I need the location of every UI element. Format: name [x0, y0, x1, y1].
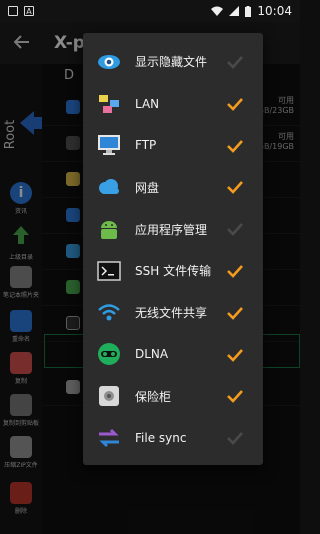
menu-item-ftp[interactable]: FTP [83, 125, 263, 167]
safe-icon [97, 384, 121, 408]
menu-item-lan[interactable]: LAN [83, 83, 263, 125]
text-a-icon: A [24, 6, 34, 16]
checkmark-on-icon[interactable] [225, 303, 245, 323]
menu-item-dlna[interactable]: DLNA [83, 334, 263, 376]
options-menu: 显示隐藏文件 LAN FTP 网盘 应用程序管理 SSH 文件传输 无线文件共享… [83, 33, 263, 465]
menu-item-app-manager[interactable]: 应用程序管理 [83, 208, 263, 250]
status-bar: A 10:04 [0, 0, 300, 22]
dlna-icon [97, 342, 121, 366]
checkmark-off-icon[interactable] [225, 428, 245, 448]
terminal-icon [97, 259, 121, 283]
eye-icon [97, 50, 121, 74]
menu-item-cloud-drive[interactable]: 网盘 [83, 166, 263, 208]
cloud-icon [97, 175, 121, 199]
clock: 10:04 [257, 4, 292, 18]
checkmark-off-icon[interactable] [225, 219, 245, 239]
wifi-share-icon [97, 301, 121, 325]
menu-item-show-hidden[interactable]: 显示隐藏文件 [83, 41, 263, 83]
wifi-icon [211, 6, 224, 16]
checkmark-on-icon[interactable] [225, 136, 245, 156]
ftp-monitor-icon [97, 133, 121, 157]
sync-arrows-icon [97, 426, 121, 450]
battery-icon [245, 5, 252, 17]
menu-item-safe[interactable]: 保险柜 [83, 375, 263, 417]
menu-item-wifi-share[interactable]: 无线文件共享 [83, 292, 263, 334]
checkmark-on-icon[interactable] [225, 386, 245, 406]
menu-item-ssh[interactable]: SSH 文件传输 [83, 250, 263, 292]
checkmark-on-icon[interactable] [225, 177, 245, 197]
checkmark-on-icon[interactable] [225, 94, 245, 114]
android-icon [97, 217, 121, 241]
notification-square-icon [8, 6, 18, 16]
checkmark-off-icon[interactable] [225, 52, 245, 72]
menu-item-file-sync[interactable]: File sync [83, 417, 263, 459]
checkmark-on-icon[interactable] [225, 345, 245, 365]
signal-icon [229, 6, 240, 16]
checkmark-on-icon[interactable] [225, 261, 245, 281]
lan-icon [97, 92, 121, 116]
